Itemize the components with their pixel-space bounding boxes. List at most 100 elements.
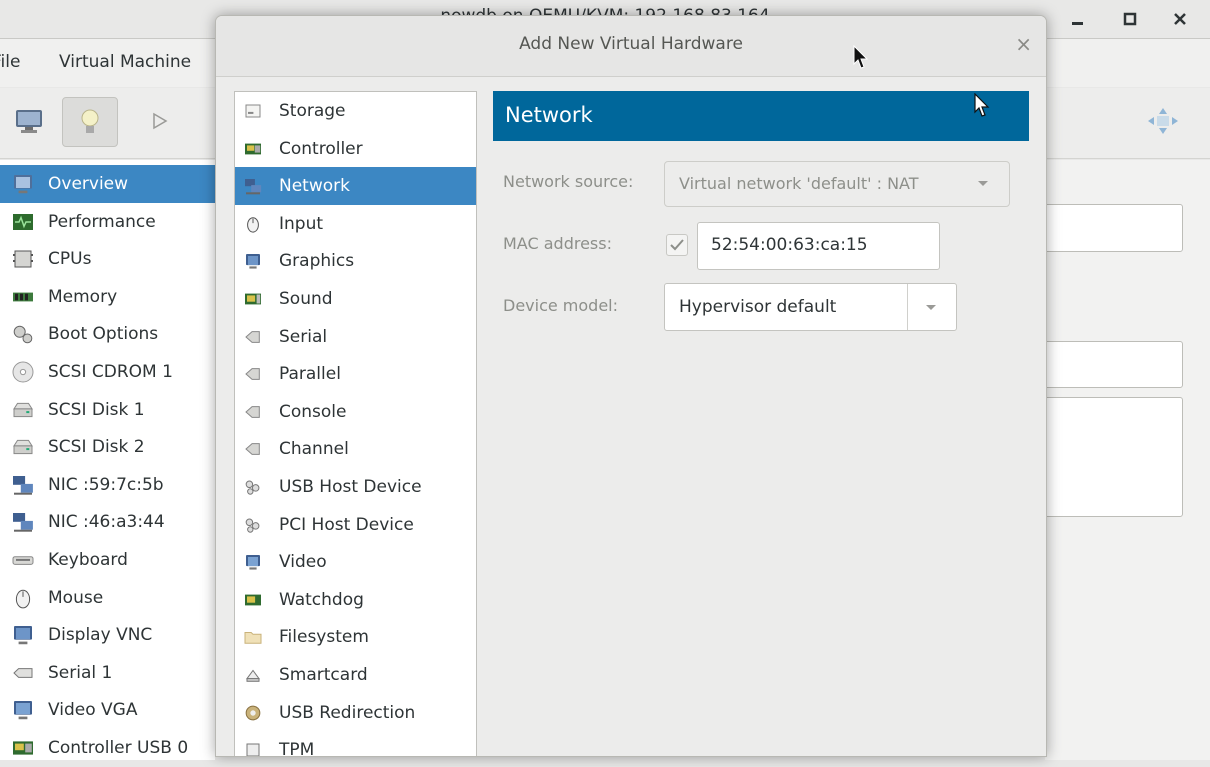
- hardware-type-item[interactable]: USB Host Device: [235, 468, 476, 506]
- sidebar-item[interactable]: Display VNC: [0, 616, 215, 654]
- details-field-2[interactable]: [1035, 341, 1183, 388]
- hardware-type-label: TPM: [279, 740, 315, 757]
- sound-card-icon: [245, 293, 261, 305]
- hardware-type-label: Sound: [279, 289, 333, 309]
- mac-address-checkbox[interactable]: [666, 234, 688, 256]
- hardware-type-item[interactable]: Parallel: [235, 355, 476, 393]
- pci-device-icon: [245, 518, 260, 533]
- hardware-type-label: Filesystem: [279, 627, 369, 648]
- chevron-down-icon: [926, 305, 936, 310]
- details-field-1[interactable]: [1035, 204, 1183, 252]
- close-window-button[interactable]: [1156, 0, 1204, 38]
- tpm-chip-icon: [246, 743, 260, 756]
- sidebar-item-label: CPUs: [48, 249, 92, 270]
- mac-address-label: MAC address:: [503, 234, 612, 253]
- monitor-icon: [14, 175, 32, 194]
- hardware-type-item[interactable]: Sound: [235, 280, 476, 318]
- hardware-type-label: USB Host Device: [279, 477, 422, 497]
- maximize-button[interactable]: [1106, 0, 1154, 38]
- sidebar-item-label: NIC :59:7c:5b: [48, 474, 164, 495]
- mouse-cursor-icon: [974, 93, 990, 117]
- hardware-type-item[interactable]: Watchdog: [235, 581, 476, 619]
- sidebar-item[interactable]: Video VGA: [0, 691, 215, 729]
- sidebar-item-label: Overview: [48, 174, 129, 194]
- sidebar-item[interactable]: NIC :59:7c:5b: [0, 466, 215, 504]
- sidebar-item-label: SCSI Disk 2: [48, 437, 145, 458]
- chevron-down-icon: [978, 181, 988, 186]
- minimize-icon: [1072, 22, 1083, 25]
- cpu-chip-icon: [13, 250, 33, 268]
- hardware-type-item[interactable]: Serial: [235, 318, 476, 356]
- hardware-type-item[interactable]: Controller: [235, 130, 476, 168]
- sidebar-item[interactable]: Performance: [0, 203, 215, 241]
- hardware-type-item[interactable]: TPM: [235, 731, 476, 757]
- mac-address-input[interactable]: 52:54:00:63:ca:15: [697, 222, 940, 270]
- hardware-type-item[interactable]: Channel: [235, 430, 476, 468]
- minimize-button[interactable]: [1054, 0, 1102, 38]
- run-button[interactable]: [132, 97, 186, 145]
- hardware-type-item[interactable]: Console: [235, 393, 476, 431]
- sidebar-item[interactable]: CPUs: [0, 240, 215, 278]
- menu-file[interactable]: File: [0, 52, 20, 72]
- mouse-icon: [15, 589, 31, 608]
- display-icon: [246, 254, 260, 269]
- hardware-type-item[interactable]: Network: [235, 167, 476, 206]
- sidebar-item-label: Performance: [48, 211, 156, 232]
- sidebar-item[interactable]: Mouse: [0, 579, 215, 617]
- sidebar-item[interactable]: Boot Options: [0, 315, 215, 353]
- dialog-title: Add New Virtual Hardware: [519, 34, 743, 54]
- checkmark-icon: [670, 239, 684, 251]
- hardware-type-item[interactable]: Video: [235, 543, 476, 581]
- controller-icon: [13, 741, 33, 755]
- hardware-type-label: Watchdog: [279, 589, 364, 610]
- console-port-icon: [245, 405, 260, 418]
- sidebar-item-label: Memory: [48, 286, 118, 307]
- hardware-type-item[interactable]: Graphics: [235, 242, 476, 280]
- details-description-field[interactable]: [1035, 397, 1183, 517]
- menu-virtual-machine[interactable]: Virtual Machine: [59, 52, 191, 72]
- sidebar-item[interactable]: NIC :46:a3:44: [0, 503, 215, 541]
- sidebar-item[interactable]: Overview: [0, 165, 215, 203]
- hardware-type-item[interactable]: Filesystem: [235, 618, 476, 656]
- sidebar-item[interactable]: Controller USB 0: [0, 729, 215, 767]
- performance-graph-icon: [13, 213, 33, 230]
- hardware-type-label: PCI Host Device: [279, 514, 414, 535]
- sidebar-item[interactable]: Keyboard: [0, 541, 215, 579]
- network-header-title: Network: [505, 103, 593, 127]
- network-icon: [13, 475, 33, 495]
- sidebar-item[interactable]: Memory: [0, 278, 215, 316]
- console-view-button[interactable]: [2, 97, 56, 145]
- hardware-type-label: Channel: [279, 439, 349, 460]
- hardware-type-label: Input: [279, 213, 324, 234]
- details-view-button[interactable]: [62, 97, 118, 147]
- hardware-type-label: Controller: [279, 138, 363, 159]
- fullscreen-button[interactable]: [1146, 106, 1180, 140]
- sidebar-item[interactable]: SCSI Disk 2: [0, 428, 215, 466]
- video-icon: [14, 701, 32, 720]
- play-icon: [153, 112, 168, 130]
- cdrom-icon: [12, 361, 34, 383]
- sidebar-item-label: NIC :46:a3:44: [48, 512, 165, 533]
- monitor-icon: [16, 110, 42, 133]
- sidebar-item-label: Keyboard: [48, 550, 128, 570]
- dialog-close-button[interactable]: ×: [1015, 32, 1032, 56]
- hardware-type-item[interactable]: Smartcard: [235, 656, 476, 694]
- add-hardware-dialog: Add New Virtual Hardware × Network Netwo…: [215, 15, 1047, 757]
- hardware-type-item[interactable]: USB Redirection: [235, 694, 476, 732]
- device-model-combo[interactable]: Hypervisor default: [664, 283, 957, 331]
- watchdog-icon: [245, 594, 261, 606]
- hardware-type-item[interactable]: Input: [235, 205, 476, 243]
- sidebar-item[interactable]: Serial 1: [0, 654, 215, 692]
- network-source-value: Virtual network 'default' : NAT: [679, 174, 919, 193]
- sidebar-item-label: SCSI Disk 1: [48, 399, 145, 420]
- sidebar-item[interactable]: SCSI Disk 1: [0, 391, 215, 429]
- hardware-type-item[interactable]: PCI Host Device: [235, 506, 476, 544]
- parallel-port-icon: [245, 368, 260, 381]
- network-source-label: Network source:: [503, 172, 634, 191]
- move-arrows-icon: [1148, 108, 1178, 134]
- hardware-type-item[interactable]: Storage: [235, 92, 476, 130]
- channel-port-icon: [245, 443, 260, 456]
- sidebar-item[interactable]: SCSI CDROM 1: [0, 353, 215, 391]
- smartcard-icon: [246, 669, 260, 682]
- network-source-combo[interactable]: Virtual network 'default' : NAT: [664, 161, 1010, 207]
